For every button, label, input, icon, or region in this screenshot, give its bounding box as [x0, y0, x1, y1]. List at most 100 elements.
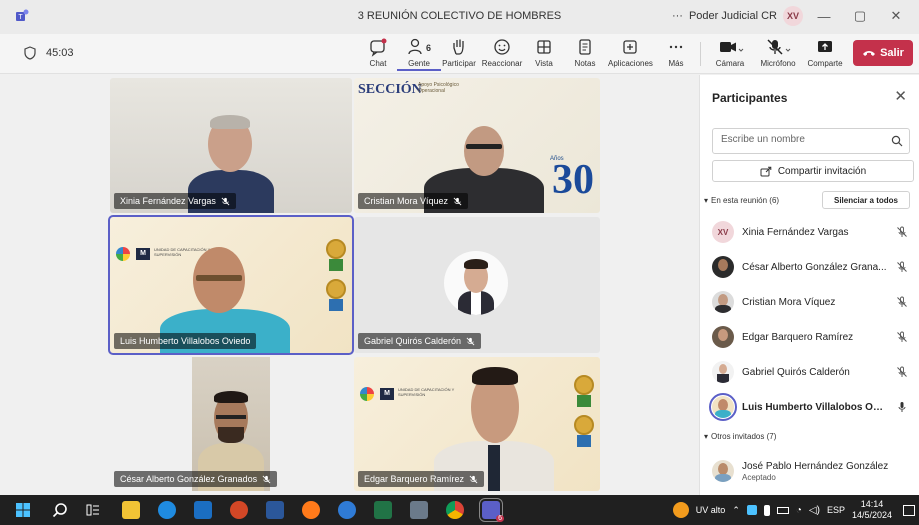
apps-button[interactable]: Aplicaciones: [608, 37, 653, 68]
participant-photo-avatar: [712, 256, 734, 278]
participant-photo-avatar: [709, 393, 737, 421]
view-button[interactable]: Vista: [522, 37, 566, 68]
more-label: Más: [668, 59, 684, 68]
leave-label: Salir: [880, 47, 904, 59]
meeting-timer: 45:03: [24, 46, 74, 60]
more-options-icon[interactable]: ···: [672, 10, 683, 22]
participant-photo-avatar: [712, 361, 734, 383]
participant-search-box: [712, 128, 910, 154]
mic-button[interactable]: Micrófono: [756, 37, 800, 68]
chevron-up-icon[interactable]: ⌃: [732, 505, 740, 516]
invitee-row[interactable]: José Pablo Hernández González Aceptado: [712, 455, 910, 487]
video-tile[interactable]: César Alberto González Granados: [110, 357, 352, 491]
notifications-icon[interactable]: [903, 504, 915, 516]
video-tile[interactable]: Xinia Fernández Vargas: [110, 78, 352, 213]
in-meeting-section-toggle[interactable]: ▾ En esta reunión (6): [704, 196, 779, 205]
participant-photo-avatar: [712, 326, 734, 348]
participant-row[interactable]: Gabriel Quirós Calderón: [712, 358, 910, 386]
participant-name: Edgar Barquero Ramírez: [364, 474, 465, 484]
chat-icon: [370, 38, 387, 57]
more-button[interactable]: Más: [654, 37, 698, 68]
user-avatar[interactable]: XV: [783, 6, 803, 26]
notes-button[interactable]: Notas: [563, 37, 607, 68]
glasses-shape: [466, 144, 502, 149]
participant-row-speaking[interactable]: Luis Humberto Villalobos Ovi...: [709, 393, 910, 421]
wifi-icon[interactable]: ◔: [796, 505, 802, 516]
unit-logo-text: UNIDAD DE CAPACITACIÓN Y SUPERVISIÓN: [398, 387, 455, 397]
search-icon[interactable]: [52, 502, 68, 518]
raise-hand-button[interactable]: Participar: [437, 37, 481, 68]
minimize-button[interactable]: —: [809, 9, 839, 24]
participant-row[interactable]: XV Xinia Fernández Vargas: [712, 218, 910, 246]
organization-name: Poder Judicial CR: [688, 10, 777, 22]
mute-all-button[interactable]: Silenciar a todos: [822, 191, 910, 209]
share-icon: [760, 166, 772, 176]
powerpoint-icon[interactable]: [230, 501, 248, 519]
tray-app-icon[interactable]: [746, 505, 757, 515]
chrome-icon[interactable]: [446, 501, 464, 519]
participant-row[interactable]: Cristian Mora Víquez: [712, 288, 910, 316]
award-ribbon-icon: [329, 259, 343, 271]
windows-taskbar: 6 UV alto ⌃ ◔ ◁) ESP 14:14 14/5/2024: [0, 495, 919, 525]
background-logo-subtext: Apoyo Psicológico Operacional: [418, 82, 459, 94]
camera-button[interactable]: Cámara: [708, 37, 752, 68]
camera-icon: [720, 42, 744, 52]
video-grid: Xinia Fernández Vargas SECCIÓN Apoyo Psi…: [0, 75, 698, 495]
chat-button[interactable]: Chat: [356, 37, 400, 68]
award-medal-icon: [326, 279, 346, 299]
maximize-button[interactable]: ▢: [845, 8, 875, 24]
task-view-icon[interactable]: [86, 503, 100, 517]
excel-icon[interactable]: [374, 501, 392, 519]
windows-start-icon[interactable]: [16, 503, 30, 517]
app-icon[interactable]: [410, 501, 428, 519]
mic-off-icon: [469, 475, 478, 483]
battery-icon[interactable]: [776, 506, 789, 514]
mic-off-icon: [897, 331, 907, 342]
participant-hair: [472, 367, 518, 385]
invitee-name: José Pablo Hernández González: [742, 460, 889, 472]
security-app-icon[interactable]: [338, 501, 356, 519]
participant-photo-avatar: [712, 460, 734, 482]
people-count: 6: [426, 43, 432, 53]
tray-app-icon[interactable]: [763, 504, 770, 516]
participant-row[interactable]: César Alberto González Grana...: [712, 253, 910, 281]
participant-avatar: [444, 251, 508, 315]
leave-button[interactable]: Salir: [853, 40, 913, 66]
participant-list-name: Xinia Fernández Vargas: [742, 226, 849, 238]
video-tile[interactable]: SECCIÓN Apoyo Psicológico Operacional Añ…: [354, 78, 600, 213]
invitee-name-block: José Pablo Hernández González Aceptado: [742, 461, 910, 482]
caret-down-icon: ▾: [704, 432, 709, 441]
weather-text[interactable]: UV alto: [696, 505, 726, 515]
react-button[interactable]: Reaccionar: [480, 37, 524, 68]
outlook-icon[interactable]: [194, 501, 212, 519]
in-meeting-label: En esta reunión (6): [711, 196, 780, 205]
people-button[interactable]: 6 Gente: [397, 37, 441, 71]
file-explorer-icon[interactable]: [122, 501, 140, 519]
hangup-icon: [863, 51, 876, 56]
video-tile[interactable]: Gabriel Quirós Calderón: [354, 217, 600, 353]
participant-list-name: Luis Humberto Villalobos Ovi...: [742, 401, 887, 413]
edge-browser-icon[interactable]: [158, 501, 176, 519]
share-button[interactable]: Comparte: [803, 37, 847, 68]
system-clock[interactable]: 14:14 14/5/2024: [852, 499, 892, 521]
volume-icon[interactable]: ◁): [809, 505, 820, 516]
meeting-toolbar: 45:03 Chat 6 Gente Participar Reaccionar…: [0, 34, 919, 74]
participant-search-input[interactable]: [721, 134, 881, 145]
participant-name-tag: César Alberto González Granados: [114, 471, 278, 487]
participant-name-tag: Luis Humberto Villalobos Oviedo: [114, 333, 257, 349]
teams-taskbar-icon[interactable]: 6: [479, 498, 504, 522]
participant-name: César Alberto González Granados: [120, 474, 258, 484]
notes-label: Notas: [574, 59, 596, 68]
video-tile-active-speaker[interactable]: M UNIDAD DE CAPACITACIÓN Y SUPERVISIÓN L…: [108, 215, 354, 355]
language-indicator[interactable]: ESP: [827, 505, 845, 515]
weather-sun-icon[interactable]: [672, 502, 689, 518]
word-icon[interactable]: [266, 501, 284, 519]
anniversary-number: 30: [552, 157, 594, 203]
video-tile[interactable]: M UNIDAD DE CAPACITACIÓN Y SUPERVISIÓN E…: [354, 357, 600, 491]
share-invite-button[interactable]: Compartir invitación: [712, 160, 914, 182]
participant-row[interactable]: Edgar Barquero Ramírez: [712, 323, 910, 351]
close-panel-button[interactable]: ✕: [894, 87, 907, 105]
firefox-icon[interactable]: [302, 501, 320, 519]
close-window-button[interactable]: ✕: [881, 8, 911, 24]
other-invitees-section-toggle[interactable]: ▾ Otros invitados (7): [704, 432, 776, 441]
